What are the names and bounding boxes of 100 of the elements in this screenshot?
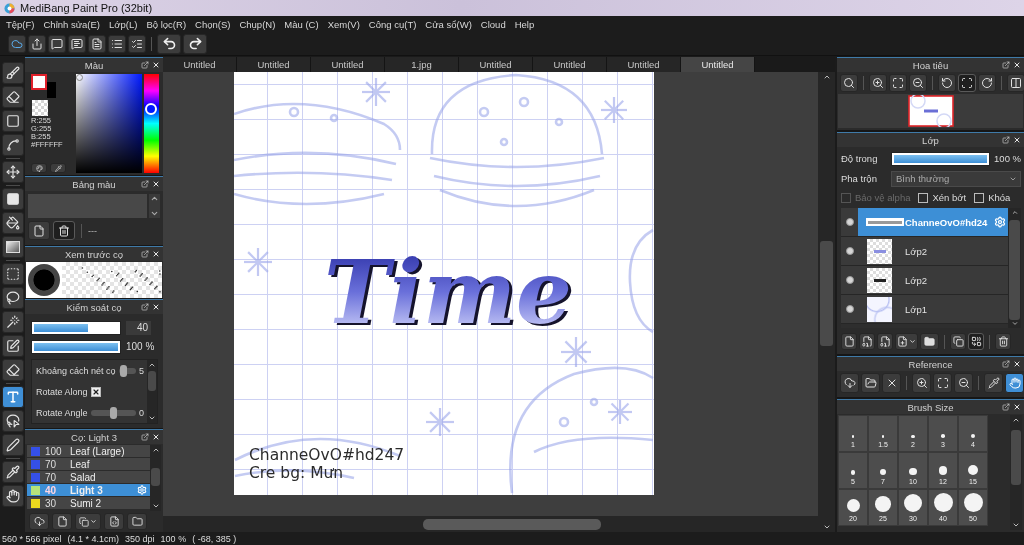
checklist-button[interactable] bbox=[128, 34, 146, 53]
folder-button[interactable] bbox=[127, 513, 147, 530]
hue-slider[interactable] bbox=[144, 74, 159, 173]
settings-icon[interactable] bbox=[994, 216, 1006, 228]
scroll-up-icon[interactable] bbox=[1010, 209, 1019, 216]
document-button[interactable] bbox=[88, 34, 106, 53]
palette-swatch-area[interactable] bbox=[28, 194, 147, 218]
menu-item[interactable]: Màu (C) bbox=[284, 18, 319, 30]
scrollbar[interactable] bbox=[1008, 208, 1021, 328]
brush-size-slider[interactable] bbox=[31, 320, 121, 335]
popout-icon[interactable] bbox=[141, 433, 149, 441]
brush-list-item[interactable]: 30 Sumi 2 bbox=[27, 497, 150, 510]
new-brush-button[interactable] bbox=[52, 513, 72, 530]
checkbox[interactable] bbox=[90, 386, 101, 397]
close-button[interactable] bbox=[882, 373, 901, 393]
add-layer-button[interactable] bbox=[895, 333, 918, 350]
delete-palette-button[interactable] bbox=[53, 221, 75, 240]
zoom-in-button[interactable] bbox=[912, 373, 931, 393]
menu-item[interactable]: Help bbox=[514, 18, 535, 30]
zoom-out-button[interactable] bbox=[954, 373, 973, 393]
cloud-download-button[interactable] bbox=[840, 373, 859, 393]
scroll-up-icon[interactable] bbox=[150, 194, 159, 203]
close-icon[interactable] bbox=[1013, 136, 1021, 144]
close-icon[interactable] bbox=[152, 180, 160, 188]
popout-icon[interactable] bbox=[141, 61, 149, 69]
folder-button[interactable] bbox=[920, 333, 939, 350]
popout-icon[interactable] bbox=[1002, 403, 1010, 411]
layer-row[interactable]: Lớp2 bbox=[841, 266, 1008, 295]
eyedropper-tool-button[interactable] bbox=[1, 461, 24, 483]
scroll-down-icon[interactable] bbox=[822, 523, 831, 531]
close-icon[interactable] bbox=[1013, 61, 1021, 69]
new-1bit-layer-button[interactable] bbox=[877, 333, 893, 350]
rotate-right-button[interactable] bbox=[978, 74, 996, 92]
visibility-toggle-icon[interactable] bbox=[845, 218, 854, 226]
square-pen-tool-button[interactable] bbox=[1, 335, 24, 357]
brush-list-item[interactable]: 70 Salad bbox=[27, 471, 150, 484]
slider-thumb[interactable] bbox=[119, 364, 127, 377]
eraser-tool-button[interactable] bbox=[1, 359, 24, 381]
menu-item[interactable]: Xem(V) bbox=[327, 18, 360, 30]
menu-item[interactable]: Bộ lọc(R) bbox=[146, 18, 187, 30]
close-icon[interactable] bbox=[152, 61, 160, 69]
scroll-down-icon[interactable] bbox=[148, 414, 156, 422]
layer-row[interactable]: Lớp2 bbox=[841, 237, 1008, 266]
palette-button[interactable] bbox=[31, 163, 47, 173]
popout-icon[interactable] bbox=[1002, 61, 1010, 69]
lasso-tool-button[interactable] bbox=[1, 287, 24, 309]
horizontal-scrollbar[interactable] bbox=[163, 516, 818, 532]
document-tab[interactable]: Untitled bbox=[311, 57, 385, 72]
checkbox[interactable] bbox=[918, 192, 929, 203]
text-tool-button[interactable] bbox=[1, 386, 24, 408]
settings-icon[interactable] bbox=[137, 485, 147, 495]
hue-slider-thumb[interactable] bbox=[145, 102, 157, 115]
background-color-swatch[interactable] bbox=[47, 82, 56, 98]
folder-button[interactable] bbox=[861, 373, 880, 393]
brush-list-item[interactable]: 70 Leaf bbox=[27, 458, 150, 471]
visibility-toggle-icon[interactable] bbox=[845, 247, 854, 255]
transparent-color-swatch[interactable] bbox=[32, 100, 48, 116]
undo-button[interactable] bbox=[157, 33, 181, 54]
menu-item[interactable]: Chụp(N) bbox=[239, 18, 276, 30]
slider-thumb[interactable] bbox=[109, 406, 117, 419]
popout-icon[interactable] bbox=[141, 180, 149, 188]
scrollbar-thumb[interactable] bbox=[1011, 430, 1021, 485]
menu-item[interactable]: Công cụ(T) bbox=[368, 18, 417, 30]
script-button[interactable] bbox=[104, 513, 124, 530]
scrollbar[interactable] bbox=[147, 360, 157, 423]
menu-item[interactable]: Cửa sổ(W) bbox=[425, 18, 472, 30]
move-tool-button[interactable] bbox=[1, 161, 24, 183]
palette-scrollbar[interactable] bbox=[149, 194, 160, 218]
blend-mode-dropdown[interactable]: Bình thường bbox=[891, 170, 1021, 187]
popout-icon[interactable] bbox=[141, 303, 149, 311]
brush-list-item[interactable]: 100 Leaf (Large) bbox=[27, 445, 150, 458]
document-tab[interactable]: Untitled bbox=[607, 57, 681, 72]
redo-button[interactable] bbox=[183, 33, 207, 54]
rotate-left-button[interactable] bbox=[938, 74, 956, 92]
saturation-value-field[interactable] bbox=[76, 74, 142, 173]
magic-wand-tool-button[interactable] bbox=[1, 311, 24, 333]
scrollbar[interactable] bbox=[818, 72, 835, 532]
pen-tool-button[interactable] bbox=[1, 434, 24, 456]
rectangle-tool-button[interactable] bbox=[1, 110, 24, 132]
foreground-color-swatch[interactable] bbox=[31, 74, 47, 90]
brush-size-value[interactable]: 40 bbox=[126, 320, 151, 335]
corners-button[interactable] bbox=[933, 373, 952, 393]
document-tab[interactable]: Untitled bbox=[459, 57, 533, 72]
document-tab[interactable]: Untitled bbox=[533, 57, 607, 72]
document-tab[interactable]: 1.jpg bbox=[385, 57, 459, 72]
paint-bucket-tool-button[interactable] bbox=[1, 212, 24, 234]
checkbox[interactable] bbox=[974, 192, 985, 203]
scrollbar-thumb[interactable] bbox=[148, 371, 156, 391]
document-tab[interactable]: Untitled bbox=[237, 57, 311, 72]
eyedropper-button[interactable] bbox=[50, 163, 66, 173]
visibility-toggle-icon[interactable] bbox=[845, 305, 854, 313]
merge-layer-button[interactable] bbox=[968, 333, 984, 350]
brush-tool-button[interactable] bbox=[1, 62, 24, 84]
hand-button[interactable] bbox=[1005, 373, 1024, 393]
canvas-thumbnail[interactable] bbox=[907, 95, 954, 127]
close-icon[interactable] bbox=[1013, 360, 1021, 368]
share-button[interactable] bbox=[28, 34, 46, 53]
eraser-tool-button[interactable] bbox=[1, 86, 24, 108]
search-button[interactable] bbox=[840, 74, 858, 92]
scroll-down-icon[interactable] bbox=[1012, 521, 1020, 529]
